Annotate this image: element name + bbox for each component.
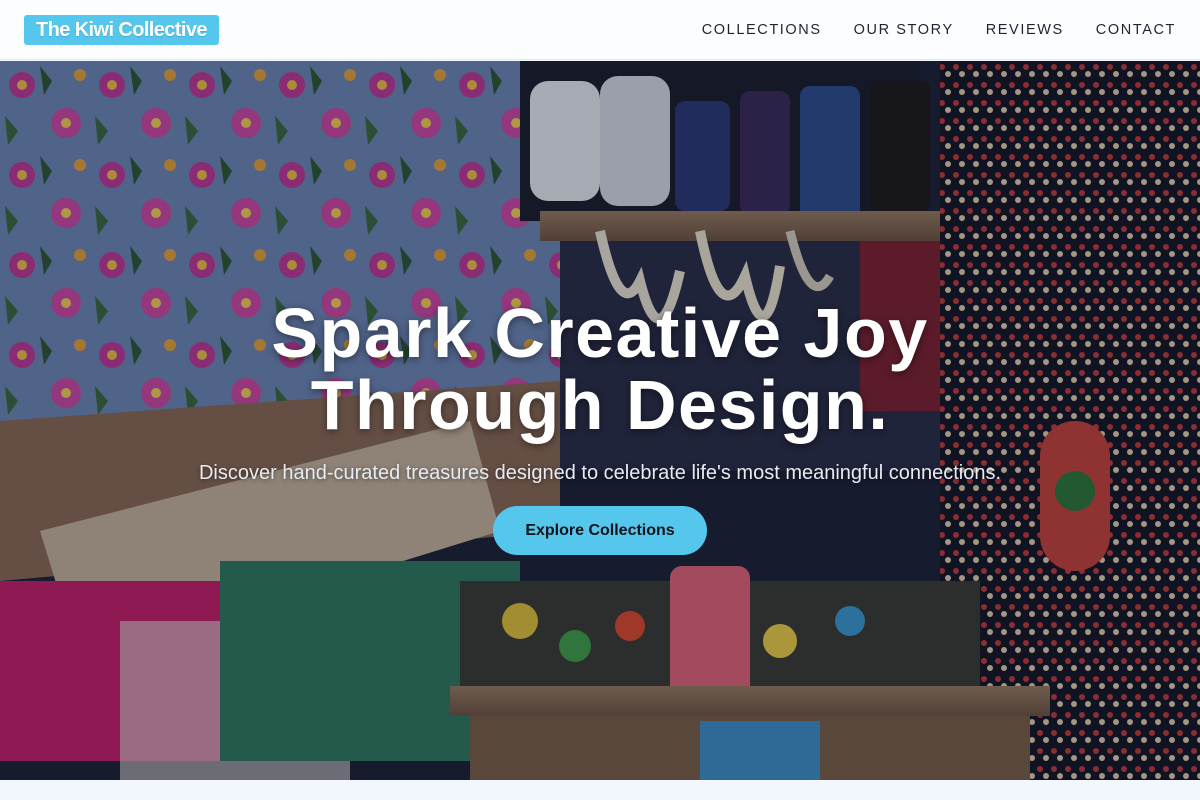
main-nav: COLLECTIONS OUR STORY REVIEWS CONTACT	[702, 0, 1176, 60]
site-header: The Kiwi Collective COLLECTIONS OUR STOR…	[0, 0, 1200, 60]
nav-link-our-story[interactable]: OUR STORY	[854, 22, 954, 38]
hero-content: Spark Creative Joy Through Design. Disco…	[0, 61, 1200, 780]
hero-title-line-2: Through Design.	[310, 366, 890, 444]
brand-logo[interactable]: The Kiwi Collective	[24, 15, 219, 45]
hero-section: Spark Creative Joy Through Design. Disco…	[0, 61, 1200, 780]
nav-link-reviews[interactable]: REVIEWS	[986, 22, 1064, 38]
explore-collections-button[interactable]: Explore Collections	[493, 506, 707, 555]
hero-subtitle: Discover hand-curated treasures designed…	[198, 462, 1002, 484]
nav-link-collections[interactable]: COLLECTIONS	[702, 22, 822, 38]
nav-link-contact[interactable]: CONTACT	[1096, 22, 1176, 38]
hero-title-line-1: Spark Creative Joy	[271, 294, 929, 372]
hero-title: Spark Creative Joy Through Design.	[0, 297, 1200, 441]
next-section-edge	[0, 780, 1200, 800]
